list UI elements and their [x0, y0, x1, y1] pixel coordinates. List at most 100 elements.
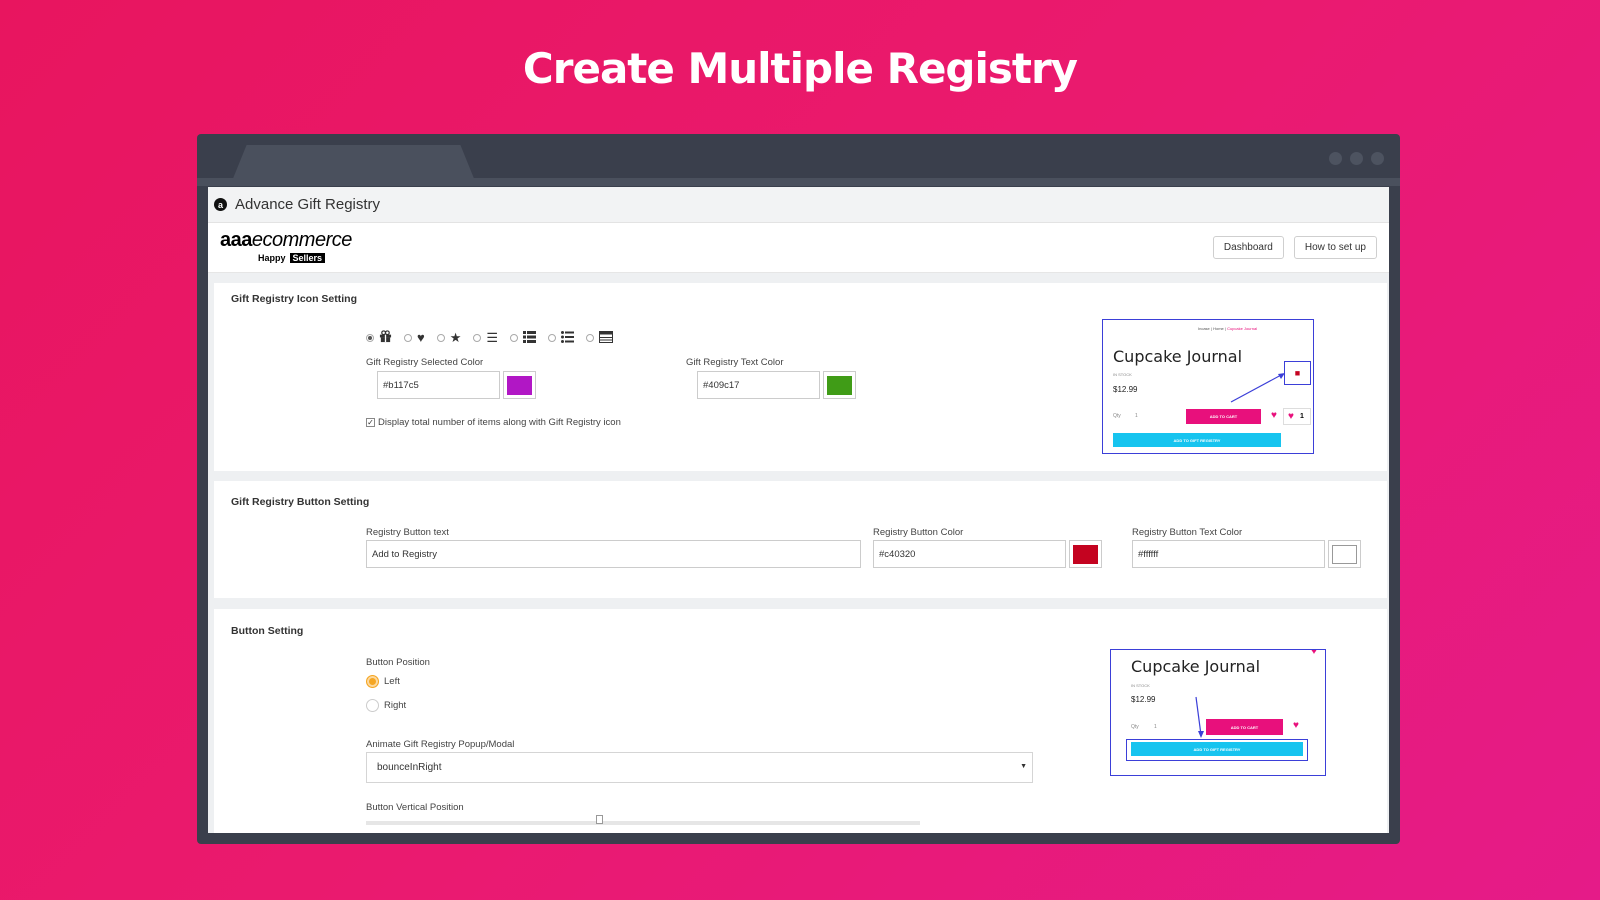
position-right-label: Right — [384, 700, 407, 711]
text-color-label: Gift Registry Text Color — [686, 357, 784, 368]
bullet-list-icon — [561, 330, 575, 345]
preview-qty-label: Qty — [1113, 413, 1121, 419]
icon-radio-gift[interactable] — [366, 333, 374, 342]
preview-crumb-sep-2: | — [1224, 326, 1226, 331]
animate-select-value: bounceInRight — [377, 762, 442, 773]
button-setting-section: Gift Registry Button Setting Registry Bu… — [214, 481, 1387, 598]
selected-color-swatch — [507, 375, 532, 395]
button-text-input[interactable]: Add to Registry — [366, 540, 861, 568]
icon-radio-list[interactable] — [473, 333, 482, 342]
icon-preview-image: Incase | Home | Cupcake Journal Cupcake … — [1102, 319, 1314, 454]
preview-price: $12.99 — [1113, 385, 1138, 394]
preview-crumb-1: Incase — [1198, 326, 1210, 331]
logo-bold-text: aaa — [220, 228, 252, 251]
selected-color-input[interactable]: #b117c5 — [377, 371, 500, 399]
button-text-label: Registry Button text — [366, 527, 449, 538]
preview2-heart-icon: ♥ — [1293, 720, 1299, 731]
animate-select[interactable]: bounceInRight ▼ — [366, 752, 1033, 783]
selected-color-picker[interactable] — [503, 371, 536, 399]
preview-heart-icon: ♥ — [1271, 410, 1277, 421]
position-left-label: Left — [384, 676, 400, 687]
slider-handle[interactable] — [596, 815, 603, 824]
preview-highlight-box: ■ — [1284, 361, 1311, 385]
preview-stock: IN STOCK — [1113, 372, 1132, 377]
preview2-product-title: Cupcake Journal — [1131, 657, 1261, 676]
animate-label: Animate Gift Registry Popup/Modal — [366, 739, 515, 750]
icon-choice-row: ♥ ★ ☰ — [366, 330, 620, 345]
window-dot-icon[interactable] — [1350, 152, 1363, 165]
vertical-position-label: Button Vertical Position — [366, 802, 464, 813]
icon-radio-bullet-list[interactable] — [548, 333, 557, 342]
page-headline: Create Multiple Registry — [522, 44, 1078, 93]
position-setting-section: Button Setting Button Position Left Righ… — [214, 609, 1387, 833]
preview-crumb-2: Home — [1213, 326, 1224, 331]
position-left-radio[interactable] — [366, 675, 379, 688]
preview2-stock: IN STOCK — [1131, 683, 1150, 688]
top-bar: aaaecommerce Happy Sellers Dashboard How… — [208, 223, 1389, 273]
position-setting-title: Button Setting — [231, 625, 304, 637]
preview-counter-heart-icon: ♥ — [1288, 411, 1294, 422]
text-color-input[interactable]: #409c17 — [697, 371, 820, 399]
app-logo-icon: a — [214, 198, 227, 211]
chevron-down-icon: ▼ — [1020, 763, 1027, 770]
display-total-row: ✓ Display total number of items along wi… — [366, 417, 621, 428]
icon-radio-heart[interactable] — [404, 333, 412, 342]
button-text-color-swatch — [1332, 544, 1357, 564]
button-color-swatch — [1073, 544, 1098, 564]
table-icon — [599, 330, 614, 345]
window-dot-icon[interactable] — [1329, 152, 1342, 165]
button-preview-image: ♥ Cupcake Journal IN STOCK $12.99 Qty 1 … — [1110, 649, 1326, 776]
button-color-input[interactable]: #c40320 — [873, 540, 1066, 568]
dashboard-button[interactable]: Dashboard — [1212, 236, 1284, 259]
preview-counter-box: ♥ 1 — [1283, 408, 1311, 425]
browser-tab[interactable] — [232, 145, 475, 181]
preview-product-title: Cupcake Journal — [1113, 347, 1243, 366]
preview-add-to-cart: ADD TO CART — [1186, 409, 1261, 424]
browser-window: a Advance Gift Registry aaaecommerce Hap… — [197, 134, 1400, 844]
preview-gift-icon: ■ — [1294, 368, 1301, 378]
preview2-arrow-icon — [1195, 696, 1204, 738]
icon-radio-list-bold[interactable] — [510, 333, 519, 342]
app-title: Advance Gift Registry — [235, 196, 381, 213]
app-viewport: a Advance Gift Registry aaaecommerce Hap… — [208, 187, 1389, 833]
list-icon: ☰ — [486, 330, 499, 345]
preview2-heart-top-icon: ♥ — [1311, 649, 1317, 657]
button-color-label: Registry Button Color — [873, 527, 964, 538]
icon-setting-section: Gift Registry Icon Setting ♥ ★ ☰ Gift Re… — [214, 283, 1387, 471]
icon-radio-table[interactable] — [586, 333, 595, 342]
gift-icon — [379, 330, 392, 345]
window-dot-icon[interactable] — [1371, 152, 1384, 165]
logo-italic-text: ecommerce — [251, 228, 352, 251]
button-position-label: Button Position — [366, 657, 430, 668]
display-total-label: Display total number of items along with… — [378, 417, 621, 428]
preview2-qty-label: Qty — [1131, 724, 1139, 730]
selected-color-label: Gift Registry Selected Color — [366, 357, 484, 368]
text-color-picker[interactable] — [823, 371, 856, 399]
icon-radio-star[interactable] — [436, 333, 445, 342]
position-right-radio[interactable] — [366, 699, 379, 712]
icon-setting-title: Gift Registry Icon Setting — [231, 293, 358, 305]
preview-arrow-icon — [1230, 373, 1285, 403]
vertical-position-slider[interactable] — [366, 821, 920, 825]
text-color-swatch — [827, 375, 852, 395]
list-bold-icon — [523, 330, 537, 345]
button-text-color-input[interactable]: #ffffff — [1132, 540, 1325, 568]
heart-icon: ♥ — [417, 330, 425, 345]
preview2-qty-value: 1 — [1154, 724, 1157, 730]
browser-tab-strip — [197, 178, 1400, 186]
preview-breadcrumb: Incase | Home | Cupcake Journal — [1198, 326, 1257, 331]
how-to-setup-button[interactable]: How to set up — [1293, 236, 1377, 259]
app-titlebar: a Advance Gift Registry — [208, 187, 1389, 223]
preview-crumb-sep: | — [1210, 326, 1212, 331]
display-total-checkbox[interactable]: ✓ — [366, 418, 375, 427]
button-text-color-label: Registry Button Text Color — [1132, 527, 1243, 538]
button-setting-title: Gift Registry Button Setting — [231, 496, 370, 508]
preview-add-to-registry: ADD TO GIFT REGISTRY — [1113, 433, 1281, 447]
button-text-color-picker[interactable] — [1328, 540, 1361, 568]
logo-tag-happy: Happy — [258, 252, 286, 263]
preview2-price: $12.99 — [1131, 695, 1156, 704]
preview-crumb-3: Cupcake Journal — [1227, 326, 1258, 331]
button-color-picker[interactable] — [1069, 540, 1102, 568]
preview2-add-to-cart: ADD TO CART — [1206, 719, 1283, 735]
preview2-add-to-registry: ADD TO GIFT REGISTRY — [1131, 742, 1303, 756]
